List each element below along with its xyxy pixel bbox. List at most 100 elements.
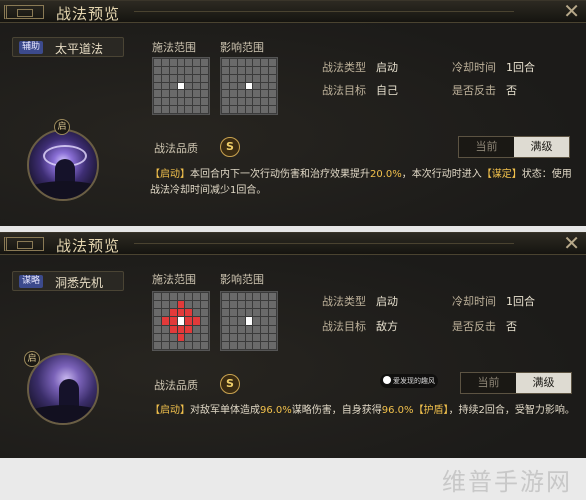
title-divider [134, 11, 514, 12]
attr-cooldown-value: 1回合 [506, 295, 535, 308]
grid-cell [169, 66, 177, 74]
watermark-icon [383, 376, 391, 384]
grid-cell [261, 74, 269, 82]
grid-cell [222, 106, 229, 113]
grid-cell [177, 59, 185, 66]
grid-cell [253, 98, 261, 106]
grid-cell [154, 325, 161, 333]
desc-text-1: 对敌军单体造成 [190, 405, 260, 416]
grid-cell [261, 106, 269, 113]
grid-cell [154, 66, 161, 74]
desc-keyword-start: 【启动】 [150, 405, 190, 416]
grid-cell [169, 309, 177, 317]
grid-cell [237, 333, 245, 341]
grid-cell [269, 317, 276, 325]
brand-logo-text: 维普手游网 [442, 468, 572, 496]
grid-cell [161, 317, 169, 325]
grid-cell [269, 66, 276, 74]
grid-cell [229, 293, 237, 301]
grid-cell [169, 90, 177, 98]
grid-cell [177, 98, 185, 106]
grid-cell [261, 59, 269, 66]
grid-cell [177, 106, 185, 113]
grid-cell [201, 293, 208, 301]
grid-cell [253, 317, 261, 325]
grid-cell [245, 309, 253, 317]
grid-cell [201, 325, 208, 333]
close-icon[interactable]: ✕ [563, 231, 580, 255]
watermark: 爱发现的趣风 [380, 374, 438, 388]
panel-title: 战法预览 [56, 5, 121, 23]
attr-cooldown-value: 1回合 [506, 61, 535, 74]
grid-cell [161, 59, 169, 66]
grid-cell [185, 74, 193, 82]
grid-cell [169, 59, 177, 66]
attr-counter-label: 是否反击 [452, 320, 496, 333]
grid-cell [245, 59, 253, 66]
desc-keyword-shield: 【护盾】 [413, 405, 449, 416]
grid-cell [185, 293, 193, 301]
attr-target-value: 自己 [376, 84, 398, 97]
grid-cell [245, 341, 253, 349]
grid-cell [222, 317, 229, 325]
grid-cell [177, 74, 185, 82]
close-icon[interactable]: ✕ [563, 0, 580, 23]
grid-cell [177, 301, 185, 309]
grid-cell [237, 66, 245, 74]
grid-cell [177, 325, 185, 333]
grid-cell [193, 341, 201, 349]
grid-cell [229, 98, 237, 106]
desc-text-3: ，持续2回合，受智力影响。 [448, 405, 575, 416]
max-level-tab[interactable]: 满级 [514, 137, 569, 157]
grid-cell [161, 106, 169, 113]
grid-cell [161, 90, 169, 98]
desc-value-2: 96.0% [381, 405, 414, 416]
grid-cell [193, 106, 201, 113]
grid-cell [261, 341, 269, 349]
attr-target-label: 战法目标 [322, 320, 366, 333]
current-level-tab[interactable]: 当前 [459, 137, 514, 157]
grid-cell [161, 82, 169, 90]
grid-cell [245, 325, 253, 333]
attr-type-label: 战法类型 [322, 295, 366, 308]
grid-cell [154, 301, 161, 309]
desc-text-1: 本回合内下一次行动伤害和治疗效果提升 [190, 169, 370, 180]
grid-cell [269, 59, 276, 66]
attr-target: 战法目标 敌方 [322, 318, 398, 334]
grid-cell [185, 98, 193, 106]
grid-cell [261, 301, 269, 309]
grid-cell [193, 333, 201, 341]
grid-cell [237, 106, 245, 113]
grid-cell [161, 333, 169, 341]
grid-cell [253, 293, 261, 301]
skill-description: 【启动】对敌军单体造成96.0%谋略伤害，自身获得96.0%【护盾】，持续2回合… [150, 403, 578, 419]
grid-cell [229, 333, 237, 341]
attr-type: 战法类型 启动 [322, 293, 398, 309]
grid-cell [261, 325, 269, 333]
grid-cell [185, 106, 193, 113]
grid-cell [229, 59, 237, 66]
grid-cell [185, 309, 193, 317]
title-bar: 战法预览 ✕ [0, 231, 586, 255]
grid-cell [154, 90, 161, 98]
grid-cell [237, 293, 245, 301]
grid-cell [154, 317, 161, 325]
grid-cell [161, 325, 169, 333]
grid-cell [253, 333, 261, 341]
max-level-tab[interactable]: 满级 [516, 373, 571, 393]
grid-cell [222, 98, 229, 106]
skill-type-tag: 谋略 [19, 275, 44, 288]
cast-range-label: 施法范围 [152, 41, 196, 54]
grid-cell [154, 82, 161, 90]
grid-cell [269, 106, 276, 113]
grid-cell [177, 293, 185, 301]
title-divider [134, 243, 514, 244]
attr-target-label: 战法目标 [322, 84, 366, 97]
grid-cell [253, 82, 261, 90]
quality-label: 战法品质 [154, 142, 198, 155]
grid-cell [222, 301, 229, 309]
current-level-tab[interactable]: 当前 [461, 373, 516, 393]
grid-cell [161, 74, 169, 82]
grid-cell [237, 74, 245, 82]
grid-cell [245, 301, 253, 309]
